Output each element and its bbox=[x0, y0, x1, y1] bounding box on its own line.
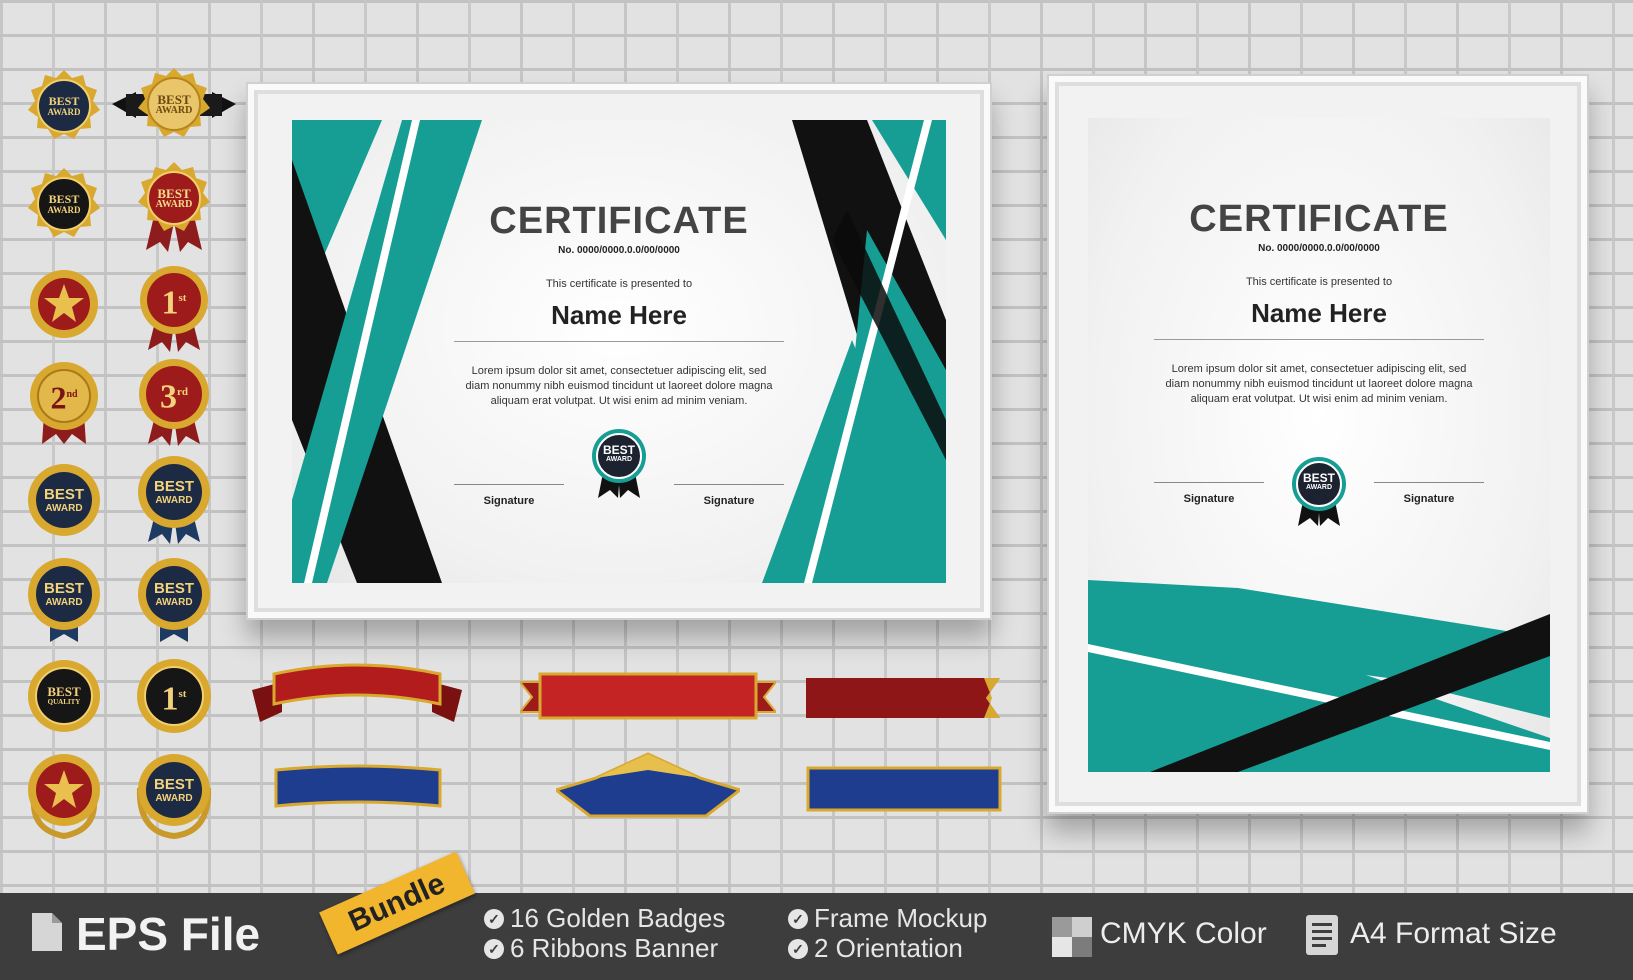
certificate-number: No. 0000/0000.0.0/00/0000 bbox=[558, 245, 680, 256]
feature-golden-badges: ✓ 16 Golden Badges bbox=[484, 903, 725, 934]
badge-star-red bbox=[28, 268, 100, 340]
lorem-line-3: aliquam erat volutpat. Ut wisi enim ad m… bbox=[1190, 393, 1448, 405]
lorem-line-1: Lorem ipsum dolor sit amet, consectetuer… bbox=[1171, 363, 1467, 375]
badge-third-place: 3rd bbox=[134, 356, 214, 448]
ribbon-blue-curved bbox=[274, 764, 442, 808]
a4-format-label: A4 Format Size bbox=[1350, 917, 1557, 950]
certificate-title: CERTIFICATE bbox=[1189, 198, 1449, 240]
lorem-line-1: Lorem ipsum dolor sit amet, consectetuer… bbox=[471, 365, 767, 377]
certificate-seal: BEST AWARD bbox=[1290, 456, 1348, 528]
feature-ribbons-banner: ✓ 6 Ribbons Banner bbox=[484, 933, 718, 964]
landscape-certificate: CERTIFICATE No. 0000/0000.0.0/00/0000 Th… bbox=[292, 120, 946, 583]
laurel-star-icon bbox=[28, 754, 100, 840]
badge-best-award-navy-tab-2: BEST AWARD bbox=[134, 556, 214, 642]
badge-best-award-navy-tab: BEST AWARD bbox=[26, 556, 102, 642]
feature-orientation: ✓ 2 Orientation bbox=[788, 933, 963, 964]
ribbon-blue-crown bbox=[556, 752, 740, 818]
ribbon-red-tag bbox=[806, 678, 1000, 718]
signature-right: Signature bbox=[674, 484, 784, 507]
badge-best-award-black: BEST AWARD bbox=[26, 166, 102, 242]
ribbon-red-curved bbox=[252, 663, 462, 722]
check-circle-icon: ✓ bbox=[788, 939, 808, 959]
certificate-seal: BEST AWARD bbox=[590, 428, 648, 500]
cmyk-color-label: CMYK Color bbox=[1100, 917, 1267, 950]
badge-first-place: 1st bbox=[134, 262, 214, 354]
certificate-name: Name Here bbox=[551, 300, 687, 330]
badge-best-award-gold-ribbon: BEST AWARD bbox=[112, 66, 236, 146]
file-icon bbox=[32, 913, 62, 951]
document-icon bbox=[1306, 915, 1338, 955]
certificate-name: Name Here bbox=[1251, 298, 1387, 328]
lorem-line-2: diam nonummy nibh euismod tincidunt ut l… bbox=[1165, 378, 1473, 390]
badge-best-award-navy: BEST AWARD bbox=[26, 68, 102, 144]
ribbon-red-flat bbox=[520, 672, 776, 720]
eps-file-label: EPS File bbox=[76, 908, 261, 960]
star-icon bbox=[30, 270, 98, 338]
ribbon-blue-bar bbox=[806, 766, 1002, 812]
badge-best-quality: BEST QUALITY bbox=[26, 658, 102, 734]
badge-first-black: 1st bbox=[134, 656, 214, 736]
badge-best-award-navy-ribbon: BEST AWARD bbox=[134, 454, 214, 546]
signature-left: Signature bbox=[1154, 482, 1264, 505]
feature-frame-mockup: ✓ Frame Mockup bbox=[788, 903, 987, 934]
seal-icon bbox=[592, 429, 646, 498]
badge-best-award-laurel: BEST AWARD bbox=[132, 748, 216, 840]
portrait-certificate: CERTIFICATE No. 0000/0000.0.0/00/0000 Th… bbox=[1088, 118, 1550, 772]
landscape-decoration bbox=[292, 120, 946, 583]
name-underline bbox=[454, 341, 784, 342]
check-circle-icon: ✓ bbox=[788, 909, 808, 929]
check-circle-icon: ✓ bbox=[484, 939, 504, 959]
cmyk-swatch-icon bbox=[1052, 917, 1092, 957]
signature-right: Signature bbox=[1374, 482, 1484, 505]
lorem-line-3: aliquam erat volutpat. Ut wisi enim ad m… bbox=[490, 395, 748, 407]
name-underline bbox=[1154, 339, 1484, 340]
signature-left: Signature bbox=[454, 484, 564, 507]
footer-bar: EPS File ✓ 16 Golden Badges ✓ 6 Ribbons Ba… bbox=[0, 893, 1633, 980]
badge-second-place: 2nd bbox=[28, 360, 100, 444]
certificate-title: CERTIFICATE bbox=[489, 200, 749, 242]
check-circle-icon: ✓ bbox=[484, 909, 504, 929]
badge-best-award-red: BEST AWARD bbox=[134, 160, 214, 254]
badge-best-award-navy-round: BEST AWARD bbox=[26, 462, 102, 538]
certificate-number: No. 0000/0000.0.0/00/0000 bbox=[1258, 243, 1380, 254]
seal-icon bbox=[1292, 457, 1346, 526]
lorem-line-2: diam nonummy nibh euismod tincidunt ut l… bbox=[465, 380, 773, 392]
badge-star-laurel bbox=[24, 750, 104, 840]
certificate-presented-text: This certificate is presented to bbox=[1245, 276, 1393, 288]
certificate-presented-text: This certificate is presented to bbox=[545, 278, 693, 290]
